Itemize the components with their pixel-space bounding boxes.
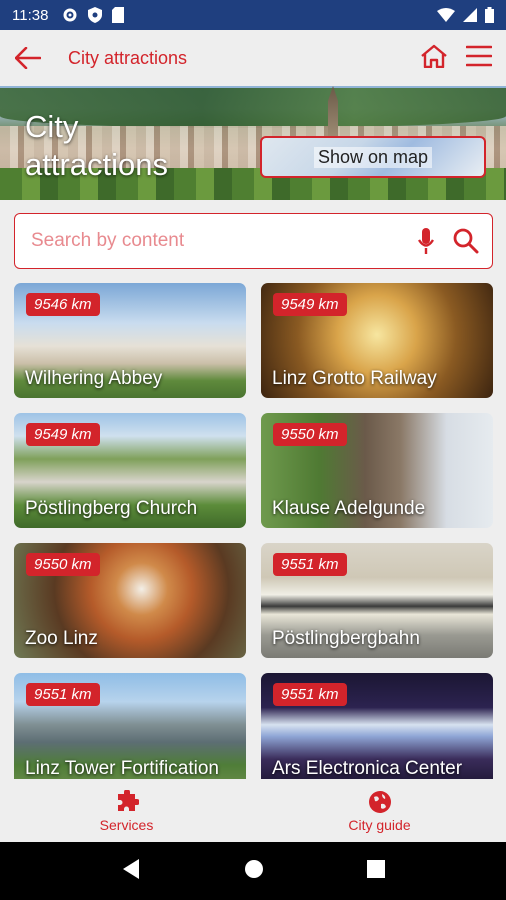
system-back-button[interactable] bbox=[121, 858, 141, 885]
home-button[interactable] bbox=[420, 44, 448, 73]
tab-city-guide-label: City guide bbox=[348, 816, 411, 833]
show-on-map-button[interactable]: Show on map bbox=[260, 136, 486, 178]
puzzle-icon bbox=[117, 789, 139, 811]
distance-badge: 9551 km bbox=[273, 553, 347, 576]
voice-search-button[interactable] bbox=[406, 221, 446, 261]
system-navigation-bar bbox=[0, 842, 506, 900]
attraction-card[interactable]: 9550 km Zoo Linz bbox=[14, 543, 246, 658]
sim-card-icon bbox=[112, 7, 125, 23]
attraction-name: Ars Electronica Center bbox=[272, 758, 463, 779]
search-input[interactable] bbox=[31, 230, 406, 252]
search-button[interactable] bbox=[446, 221, 486, 261]
wifi-icon bbox=[437, 8, 455, 22]
back-button[interactable] bbox=[0, 30, 56, 86]
globe-icon bbox=[368, 790, 391, 813]
tab-services-label: Services bbox=[99, 816, 154, 833]
hero-banner: City attractions Show on map bbox=[0, 86, 506, 200]
distance-badge: 9550 km bbox=[26, 553, 100, 576]
attraction-name: Wilhering Abbey bbox=[25, 368, 163, 389]
bottom-navigation: Services City guide bbox=[0, 780, 506, 842]
settings-icon bbox=[63, 8, 77, 22]
attraction-card[interactable]: 9550 km Klause Adelgunde bbox=[261, 413, 493, 528]
attraction-card[interactable]: 9549 km Linz Grotto Railway bbox=[261, 283, 493, 398]
system-recents-button[interactable] bbox=[366, 859, 385, 883]
app-bar: City attractions bbox=[0, 30, 506, 86]
system-home-button[interactable] bbox=[244, 859, 264, 884]
status-time: 11:38 bbox=[12, 6, 49, 24]
attraction-name: Linz Grotto Railway bbox=[272, 368, 437, 389]
tab-city-guide[interactable]: City guide bbox=[253, 780, 506, 842]
hero-title: City attractions bbox=[25, 109, 169, 182]
status-bar: 11:38 bbox=[0, 0, 506, 30]
battery-icon bbox=[485, 7, 494, 23]
microphone-icon bbox=[417, 228, 435, 254]
attractions-grid: 9546 km Wilhering Abbey 9549 km Linz Gro… bbox=[14, 283, 493, 779]
signal-icon bbox=[463, 8, 477, 22]
attraction-card[interactable]: 9546 km Wilhering Abbey bbox=[14, 283, 246, 398]
attraction-card[interactable]: 9551 km Pöstlingbergbahn bbox=[261, 543, 493, 658]
menu-button[interactable] bbox=[465, 45, 493, 72]
triangle-back-icon bbox=[123, 858, 140, 879]
tab-services[interactable]: Services bbox=[0, 780, 253, 842]
distance-badge: 9546 km bbox=[26, 293, 100, 316]
shield-icon bbox=[88, 7, 103, 23]
attraction-card[interactable]: 9551 km Linz Tower Fortification bbox=[14, 673, 246, 779]
distance-badge: 9551 km bbox=[26, 683, 100, 706]
page-title: City attractions bbox=[68, 47, 188, 68]
distance-badge: 9551 km bbox=[273, 683, 347, 706]
home-icon bbox=[421, 44, 447, 68]
arrow-left-icon bbox=[15, 47, 41, 69]
attraction-name: Pöstlingbergbahn bbox=[272, 628, 420, 649]
hamburger-menu-icon bbox=[465, 45, 493, 66]
show-on-map-label: Show on map bbox=[313, 146, 433, 168]
search-icon bbox=[453, 228, 479, 254]
distance-badge: 9550 km bbox=[273, 423, 347, 446]
distance-badge: 9549 km bbox=[26, 423, 100, 446]
attraction-card[interactable]: 9549 km Pöstlingberg Church bbox=[14, 413, 246, 528]
attraction-name: Klause Adelgunde bbox=[272, 498, 426, 519]
circle-home-icon bbox=[244, 859, 263, 878]
distance-badge: 9549 km bbox=[273, 293, 347, 316]
attraction-name: Pöstlingberg Church bbox=[25, 498, 198, 519]
attraction-card[interactable]: 9551 km Ars Electronica Center bbox=[261, 673, 493, 779]
square-recents-icon bbox=[366, 859, 385, 878]
search-box bbox=[14, 213, 493, 269]
attraction-name: Linz Tower Fortification bbox=[25, 758, 219, 779]
attraction-name: Zoo Linz bbox=[25, 628, 98, 649]
